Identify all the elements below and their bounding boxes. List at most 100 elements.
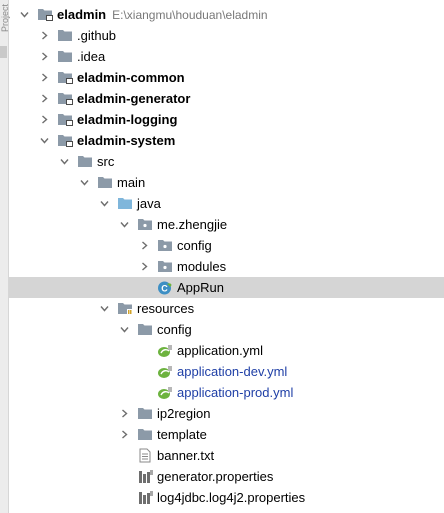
chevron-right-icon[interactable] xyxy=(120,430,129,439)
tree-node-label: eladmin E:\xiangmu\houduan\eladmin xyxy=(57,4,268,26)
tree-node-label: .github xyxy=(77,25,116,46)
chevron-right-icon[interactable] xyxy=(40,52,49,61)
chevron-down-icon[interactable] xyxy=(60,157,69,166)
chevron-right-icon[interactable] xyxy=(40,94,49,103)
tree-node[interactable]: ip2region xyxy=(9,403,444,424)
spring-yml-icon xyxy=(157,343,173,358)
tree-node[interactable]: config xyxy=(9,319,444,340)
tree-node-label: main xyxy=(117,172,145,193)
tree-node[interactable]: java xyxy=(9,193,444,214)
folder-icon xyxy=(137,406,153,421)
chevron-down-icon[interactable] xyxy=(120,325,129,334)
tree-node-name: eladmin-system xyxy=(77,133,176,148)
tree-node[interactable]: eladmin E:\xiangmu\houduan\eladmin xyxy=(9,4,444,25)
module-folder-icon xyxy=(57,70,73,85)
tree-node-label: .idea xyxy=(77,46,105,67)
folder-icon xyxy=(77,154,93,169)
chevron-right-icon[interactable] xyxy=(40,115,49,124)
folder-icon xyxy=(57,28,73,43)
chevron-right-icon[interactable] xyxy=(40,73,49,82)
tree-node[interactable]: me.zhengjie xyxy=(9,214,444,235)
chevron-down-icon[interactable] xyxy=(20,10,29,19)
tree-node-name: ip2region xyxy=(157,406,211,421)
tree-node-label: java xyxy=(137,193,161,214)
text-file-icon xyxy=(137,448,153,463)
tree-node[interactable]: eladmin-common xyxy=(9,67,444,88)
tree-node-name: .idea xyxy=(77,49,106,64)
tree-node-name: eladmin-generator xyxy=(77,91,191,106)
tree-node-label: resources xyxy=(137,298,194,319)
tree-node-label: application-dev.yml xyxy=(177,361,287,382)
tree-node-name: application-prod.yml xyxy=(177,385,294,400)
tree-node-name: template xyxy=(157,427,207,442)
spring-class-icon: C xyxy=(157,280,173,295)
tree-node[interactable]: src xyxy=(9,151,444,172)
module-folder-icon xyxy=(57,112,73,127)
tree-node[interactable]: resources xyxy=(9,298,444,319)
tree-node-label: template xyxy=(157,424,207,445)
tree-node-name: .github xyxy=(77,28,117,43)
tree-node[interactable]: application.yml xyxy=(9,340,444,361)
tree-node-name: src xyxy=(97,154,115,169)
project-strip-active-marker xyxy=(0,46,7,58)
tree-node[interactable]: config xyxy=(9,235,444,256)
tree-node[interactable]: eladmin-logging xyxy=(9,109,444,130)
tree-node-label: eladmin-system xyxy=(77,130,175,151)
tree-node-name: resources xyxy=(137,301,195,316)
chevron-right-icon[interactable] xyxy=(140,262,149,271)
project-path: E:\xiangmu\houduan\eladmin xyxy=(112,8,268,22)
module-folder-icon xyxy=(57,91,73,106)
tree-node-label: AppRun xyxy=(177,277,224,298)
project-strip-label[interactable]: Project xyxy=(0,4,10,32)
svg-text:C: C xyxy=(161,284,168,294)
project-side-strip[interactable]: Project xyxy=(0,0,10,513)
tree-node-name: eladmin xyxy=(57,7,107,22)
tree-node-label: me.zhengjie xyxy=(157,214,227,235)
tree-node-label: config xyxy=(157,319,192,340)
tree-node-name: java xyxy=(137,196,161,211)
chevron-right-icon[interactable] xyxy=(40,31,49,40)
tree-node[interactable]: banner.txt xyxy=(9,445,444,466)
package-icon xyxy=(157,259,173,274)
tree-node[interactable]: template xyxy=(9,424,444,445)
tree-node-name: me.zhengjie xyxy=(157,217,228,232)
tree-node[interactable]: log4jdbc.log4j2.properties xyxy=(9,487,444,508)
tree-node[interactable]: application-prod.yml xyxy=(9,382,444,403)
tree-node[interactable]: .github xyxy=(9,25,444,46)
tree-node[interactable]: eladmin-system xyxy=(9,130,444,151)
tree-node[interactable]: C AppRun xyxy=(9,277,444,298)
tree-node[interactable]: application-dev.yml xyxy=(9,361,444,382)
chevron-down-icon[interactable] xyxy=(80,178,89,187)
chevron-down-icon[interactable] xyxy=(120,220,129,229)
tree-node-label: log4jdbc.log4j2.properties xyxy=(157,487,305,508)
properties-file-icon xyxy=(137,490,153,505)
tree-node-label: application.yml xyxy=(177,340,263,361)
tree-node-name: config xyxy=(177,238,212,253)
folder-icon xyxy=(97,175,113,190)
tree-node-name: application.yml xyxy=(177,343,263,358)
properties-file-icon xyxy=(137,469,153,484)
tree-node-label: eladmin-generator xyxy=(77,88,190,109)
tree-node[interactable]: eladmin-generator xyxy=(9,88,444,109)
source-folder-icon xyxy=(117,196,133,211)
tree-node-label: application-prod.yml xyxy=(177,382,293,403)
spring-yml-icon xyxy=(157,364,173,379)
chevron-down-icon[interactable] xyxy=(100,304,109,313)
tree-node-label: config xyxy=(177,235,212,256)
chevron-right-icon[interactable] xyxy=(140,241,149,250)
tree-node[interactable]: .idea xyxy=(9,46,444,67)
chevron-down-icon[interactable] xyxy=(100,199,109,208)
tree-node-label: modules xyxy=(177,256,226,277)
project-tool-window: Project eladmin E:\xiangmu\houduan\eladmi… xyxy=(0,0,444,513)
tree-node-name: generator.properties xyxy=(157,469,274,484)
tree-node[interactable]: main xyxy=(9,172,444,193)
chevron-right-icon[interactable] xyxy=(120,409,129,418)
folder-icon xyxy=(57,49,73,64)
chevron-down-icon[interactable] xyxy=(40,136,49,145)
tree-node[interactable]: modules xyxy=(9,256,444,277)
module-folder-icon xyxy=(37,7,53,22)
package-icon xyxy=(157,238,173,253)
tree-node-label: eladmin-common xyxy=(77,67,185,88)
tree-node[interactable]: generator.properties xyxy=(9,466,444,487)
tree-node-name: log4jdbc.log4j2.properties xyxy=(157,490,306,505)
